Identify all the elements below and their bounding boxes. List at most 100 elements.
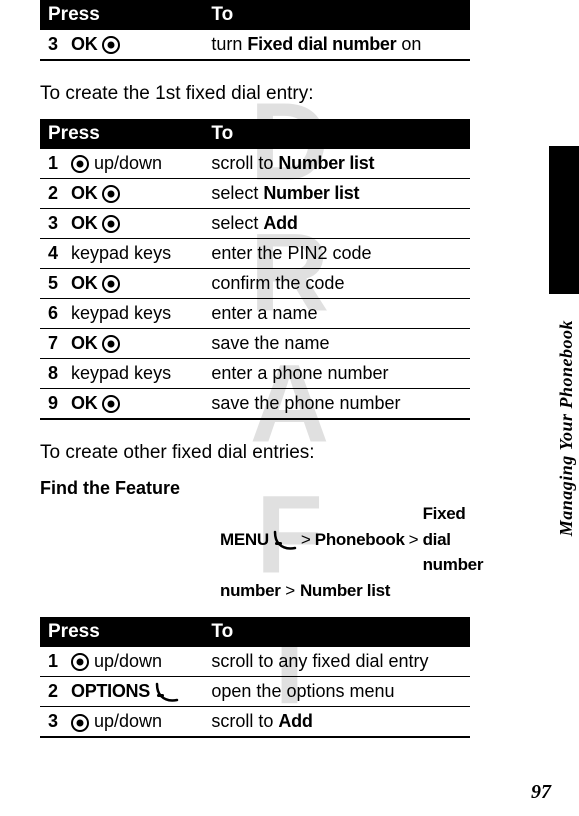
to-cell: save the phone number (203, 389, 470, 420)
col-press: Press (40, 617, 203, 647)
table-row: 4 keypad keys enter the PIN2 code (40, 239, 470, 269)
action-bold: Number list (278, 153, 374, 173)
press-cell: 3 up/down (40, 707, 203, 738)
table-row: 9 OK save the phone number (40, 389, 470, 420)
step-number: 1 (48, 153, 66, 174)
press-cell: 3 OK (40, 209, 203, 239)
step-number: 5 (48, 273, 66, 294)
find-feature-heading: Find the Feature (40, 478, 218, 499)
center-key-icon (102, 333, 120, 354)
table-row: 2 OK select Number list (40, 179, 470, 209)
to-cell: scroll to Number list (203, 149, 470, 179)
to-cell: enter the PIN2 code (203, 239, 470, 269)
sep: > (285, 581, 295, 600)
to-cell: enter a phone number (203, 359, 470, 389)
press-cell: 1 up/down (40, 149, 203, 179)
press-cell: 5 OK (40, 269, 203, 299)
to-cell: scroll to any fixed dial entry (203, 647, 470, 677)
action-pre: enter the PIN2 code (211, 243, 371, 263)
action-pre: save the phone number (211, 393, 400, 413)
section-label: Managing Your Phonebook (556, 320, 577, 536)
table-row: 1 up/downscroll to any fixed dial entry (40, 647, 470, 677)
step-number: 7 (48, 333, 66, 354)
softkey-icon (273, 527, 297, 553)
table-row: 3 OK select Add (40, 209, 470, 239)
path-part-0: Phonebook (315, 527, 405, 553)
intro-3: To create other fixed dial entries: (40, 442, 470, 464)
step-label-text: up/down (94, 711, 162, 732)
action-pre: scroll to (211, 711, 278, 731)
action-pre: select (211, 213, 263, 233)
menu-path: MENU > Phonebook > Fixed dial number num… (40, 501, 470, 603)
step-label-text: OK (71, 393, 97, 414)
path-part-1: Fixed dial number (423, 501, 484, 578)
action-pre: save the name (211, 333, 329, 353)
press-cell: 6 keypad keys (40, 299, 203, 329)
to-cell: scroll to Add (203, 707, 470, 738)
step-label-text: keypad keys (71, 363, 171, 384)
action-bold: Add (263, 213, 297, 233)
press-cell: 7 OK (40, 329, 203, 359)
to-cell: confirm the code (203, 269, 470, 299)
table-row: 2 OPTIONS open the options menu (40, 677, 470, 707)
press-cell: 4 keypad keys (40, 239, 203, 269)
press-cell: 3 OK (40, 30, 203, 60)
col-to: To (203, 0, 470, 30)
step-label-text: OK (71, 183, 97, 204)
action-post: on (396, 34, 421, 54)
table-1: Press To 3 OK turn Fixed dial number on (40, 0, 470, 61)
table-row: 7 OK save the name (40, 329, 470, 359)
press-cell: 2 OK (40, 179, 203, 209)
center-key-icon (102, 183, 120, 204)
press-cell: 9 OK (40, 389, 203, 420)
step-label-text: OPTIONS (71, 681, 150, 702)
intro-2: To create the 1st fixed dial entry: (40, 83, 470, 105)
table-row: 3 OK turn Fixed dial number on (40, 30, 470, 60)
path-part-2: Number list (300, 581, 390, 600)
sep: > (409, 527, 419, 553)
action-bold: Number list (263, 183, 359, 203)
find-feature-block: Find the Feature (40, 478, 470, 499)
softkey-icon (155, 681, 179, 702)
sep: > (301, 527, 311, 553)
col-press: Press (40, 119, 203, 149)
page-content: Press To 3 OK turn Fixed dial number on … (0, 0, 510, 738)
step-number: 3 (48, 711, 66, 732)
step-number: 4 (48, 243, 66, 264)
step-number: 3 (48, 213, 66, 234)
step-number: 6 (48, 303, 66, 324)
step-label-text: OK (71, 273, 97, 294)
step-number: 3 (48, 34, 66, 55)
step-label-text: up/down (94, 153, 162, 174)
action-pre: turn (211, 34, 247, 54)
path-part-1b: number (220, 581, 281, 600)
table-row: 1 up/downscroll to Number list (40, 149, 470, 179)
step-label-text: keypad keys (71, 243, 171, 264)
nav-key-icon (71, 711, 89, 732)
press-cell: 8 keypad keys (40, 359, 203, 389)
to-cell: open the options menu (203, 677, 470, 707)
col-to: To (203, 119, 470, 149)
table-row: 3 up/downscroll to Add (40, 707, 470, 738)
thumb-tab (549, 146, 579, 294)
action-pre: select (211, 183, 263, 203)
table-row: 8 keypad keysenter a phone number (40, 359, 470, 389)
step-label-text: up/down (94, 651, 162, 672)
step-label-text: OK (71, 213, 97, 234)
table-row: 5 OK confirm the code (40, 269, 470, 299)
table-row: 6 keypad keysenter a name (40, 299, 470, 329)
step-number: 9 (48, 393, 66, 414)
step-number: 2 (48, 183, 66, 204)
step-label-text: keypad keys (71, 303, 171, 324)
page-number: 97 (531, 781, 551, 804)
press-cell: 1 up/down (40, 647, 203, 677)
step-number: 8 (48, 363, 66, 384)
press-cell: 2 OPTIONS (40, 677, 203, 707)
nav-key-icon (71, 153, 89, 174)
step-label-text: OK (71, 333, 97, 354)
step-label-text: OK (71, 34, 97, 55)
to-cell: turn Fixed dial number on (203, 30, 470, 60)
table-2: Press To 1 up/downscroll to Number list2… (40, 119, 470, 420)
center-key-icon (102, 273, 120, 294)
action-bold: Fixed dial number (247, 34, 396, 54)
